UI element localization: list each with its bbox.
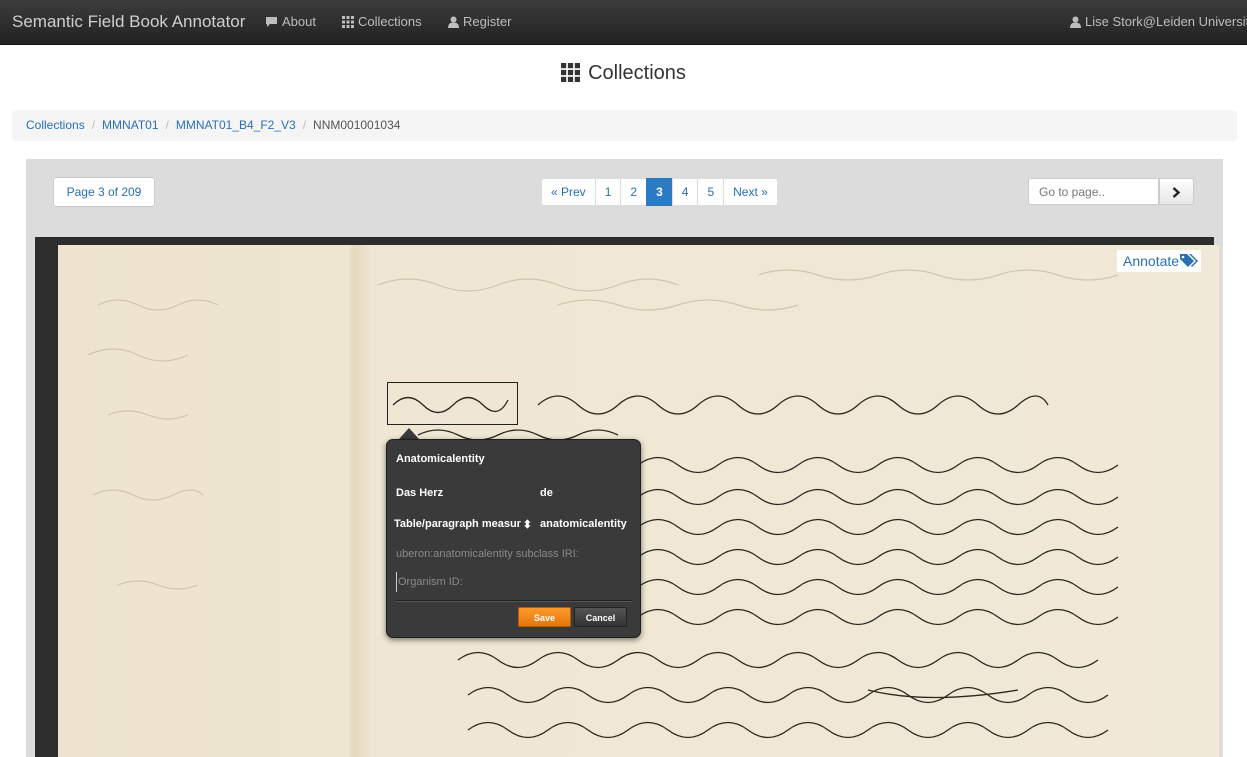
user-icon (1070, 16, 1081, 28)
annotation-popup: Anatomicalentity Das Herz de Table/parag… (386, 439, 641, 638)
next-page-button[interactable]: Next » (723, 178, 778, 206)
popup-divider (396, 600, 632, 602)
nav-collections-label: Collections (358, 14, 422, 29)
pagination: « Prev 1 2 3 4 5 Next » (541, 178, 778, 206)
chevron-right-icon (1172, 187, 1181, 198)
measurement-type-value: Table/paragraph measurement (394, 518, 532, 530)
breadcrumb-mmnat01[interactable]: MMNAT01 (102, 118, 158, 132)
grid-icon (342, 16, 354, 28)
user-icon (448, 16, 459, 28)
page-button-1[interactable]: 1 (594, 178, 622, 206)
page-title: Collections (0, 62, 1247, 85)
grid-icon (561, 63, 581, 82)
breadcrumb: Collections / MMNAT01 / MMNAT01_B4_F2_V3 / NNM… (12, 110, 1237, 141)
nav-user-account[interactable]: Lise Stork@Leiden University (1070, 14, 1247, 29)
nav-about-label: About (282, 14, 316, 29)
comment-icon (266, 17, 277, 27)
nav-about[interactable]: About (265, 14, 316, 29)
cancel-button[interactable]: Cancel (574, 607, 627, 627)
page-button-5[interactable]: 5 (697, 178, 725, 206)
page-title-text: Collections (588, 62, 686, 84)
annotation-selection-box[interactable] (387, 382, 518, 425)
annotate-label: Annotate (1123, 253, 1180, 269)
page-button-4[interactable]: 4 (671, 178, 699, 206)
entity-type-label: anatomicalentity (540, 518, 627, 530)
term-language: de (540, 487, 553, 499)
save-button[interactable]: Save (518, 607, 571, 627)
breadcrumb-separator: / (165, 118, 169, 132)
nav-register[interactable]: Register (448, 14, 511, 29)
breadcrumb-current: NNM001001034 (313, 118, 401, 132)
top-navbar: Semantic Field Book Annotator About Coll… (0, 0, 1247, 45)
annotate-button[interactable]: Annotate (1117, 250, 1201, 272)
brand-link[interactable]: Semantic Field Book Annotator (12, 12, 245, 32)
tags-icon (1180, 254, 1198, 267)
measurement-type-select[interactable]: Table/paragraph measurement ⬍ (394, 518, 532, 530)
subclass-iri-input[interactable] (396, 544, 632, 564)
breadcrumb-separator: / (302, 118, 307, 132)
organism-id-input[interactable] (396, 572, 634, 592)
goto-page-button[interactable] (1159, 178, 1194, 205)
page-button-2[interactable]: 2 (620, 178, 648, 206)
breadcrumb-separator: / (91, 118, 96, 132)
popup-arrow (399, 428, 419, 439)
breadcrumb-folder[interactable]: MMNAT01_B4_F2_V3 (176, 118, 296, 132)
page-button-3-current[interactable]: 3 (646, 178, 673, 206)
breadcrumb-collections[interactable]: Collections (26, 118, 85, 132)
annotated-term: Das Herz (396, 487, 444, 499)
nav-user-label: Lise Stork@Leiden University (1085, 14, 1247, 29)
nav-register-label: Register (463, 14, 512, 29)
page-indicator: Page 3 of 209 (53, 177, 155, 207)
select-caret-icon: ⬍ (520, 518, 532, 530)
prev-page-button[interactable]: « Prev (541, 178, 596, 206)
popup-title: Anatomicalentity (396, 453, 485, 465)
nav-collections[interactable]: Collections (342, 14, 422, 29)
goto-page-input[interactable] (1028, 178, 1159, 205)
